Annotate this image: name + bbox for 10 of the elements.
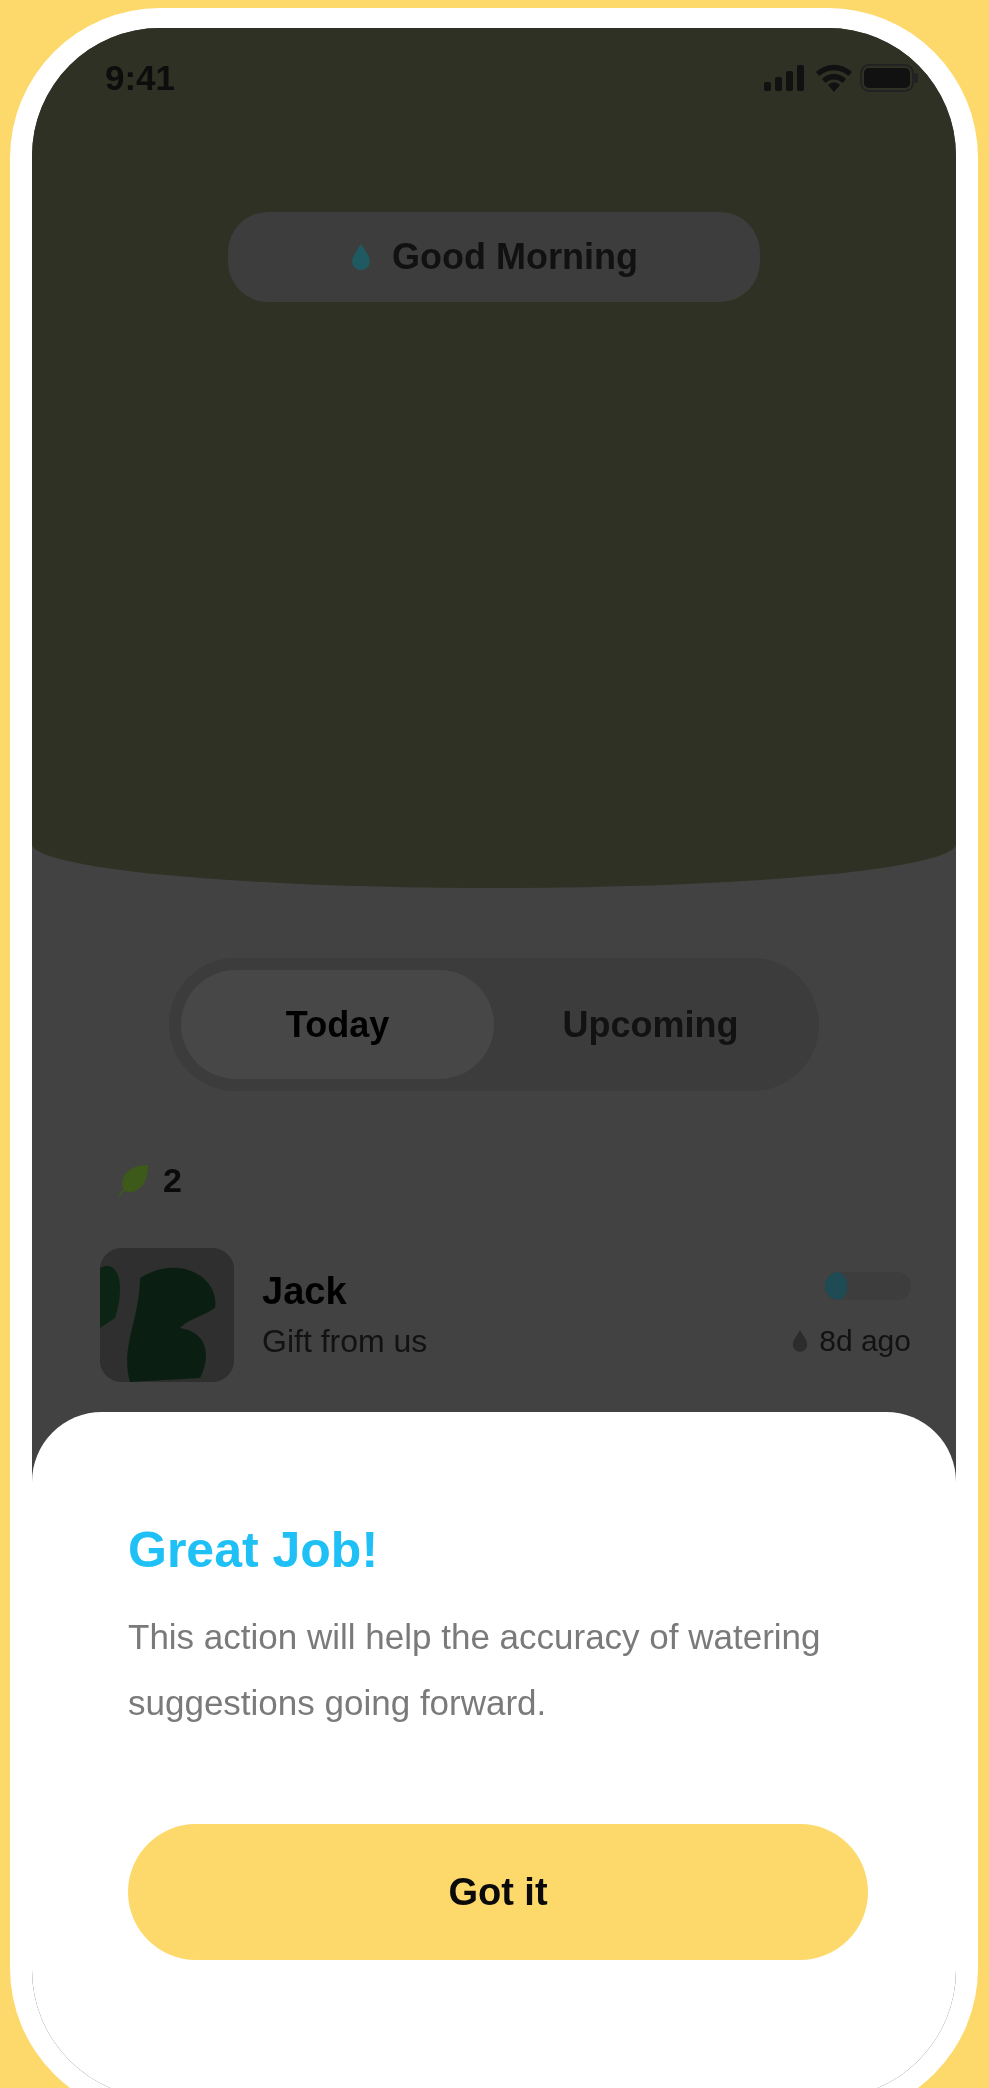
plant-name: Jack xyxy=(262,1270,348,1313)
sheet-title: Great Job! xyxy=(128,1521,380,1580)
plant-count: 2 xyxy=(163,1161,182,1200)
tab[interactable]: Today xyxy=(181,970,494,1079)
sheet-message: This action will help the accuracy of watering suggestions going forward. xyxy=(128,1616,822,1724)
drop-icon xyxy=(350,242,373,272)
got-it-button[interactable]: Got it xyxy=(128,1824,868,1960)
wifi-icon xyxy=(816,64,852,92)
battery-icon xyxy=(860,64,918,92)
leaf-icon xyxy=(115,1163,149,1198)
